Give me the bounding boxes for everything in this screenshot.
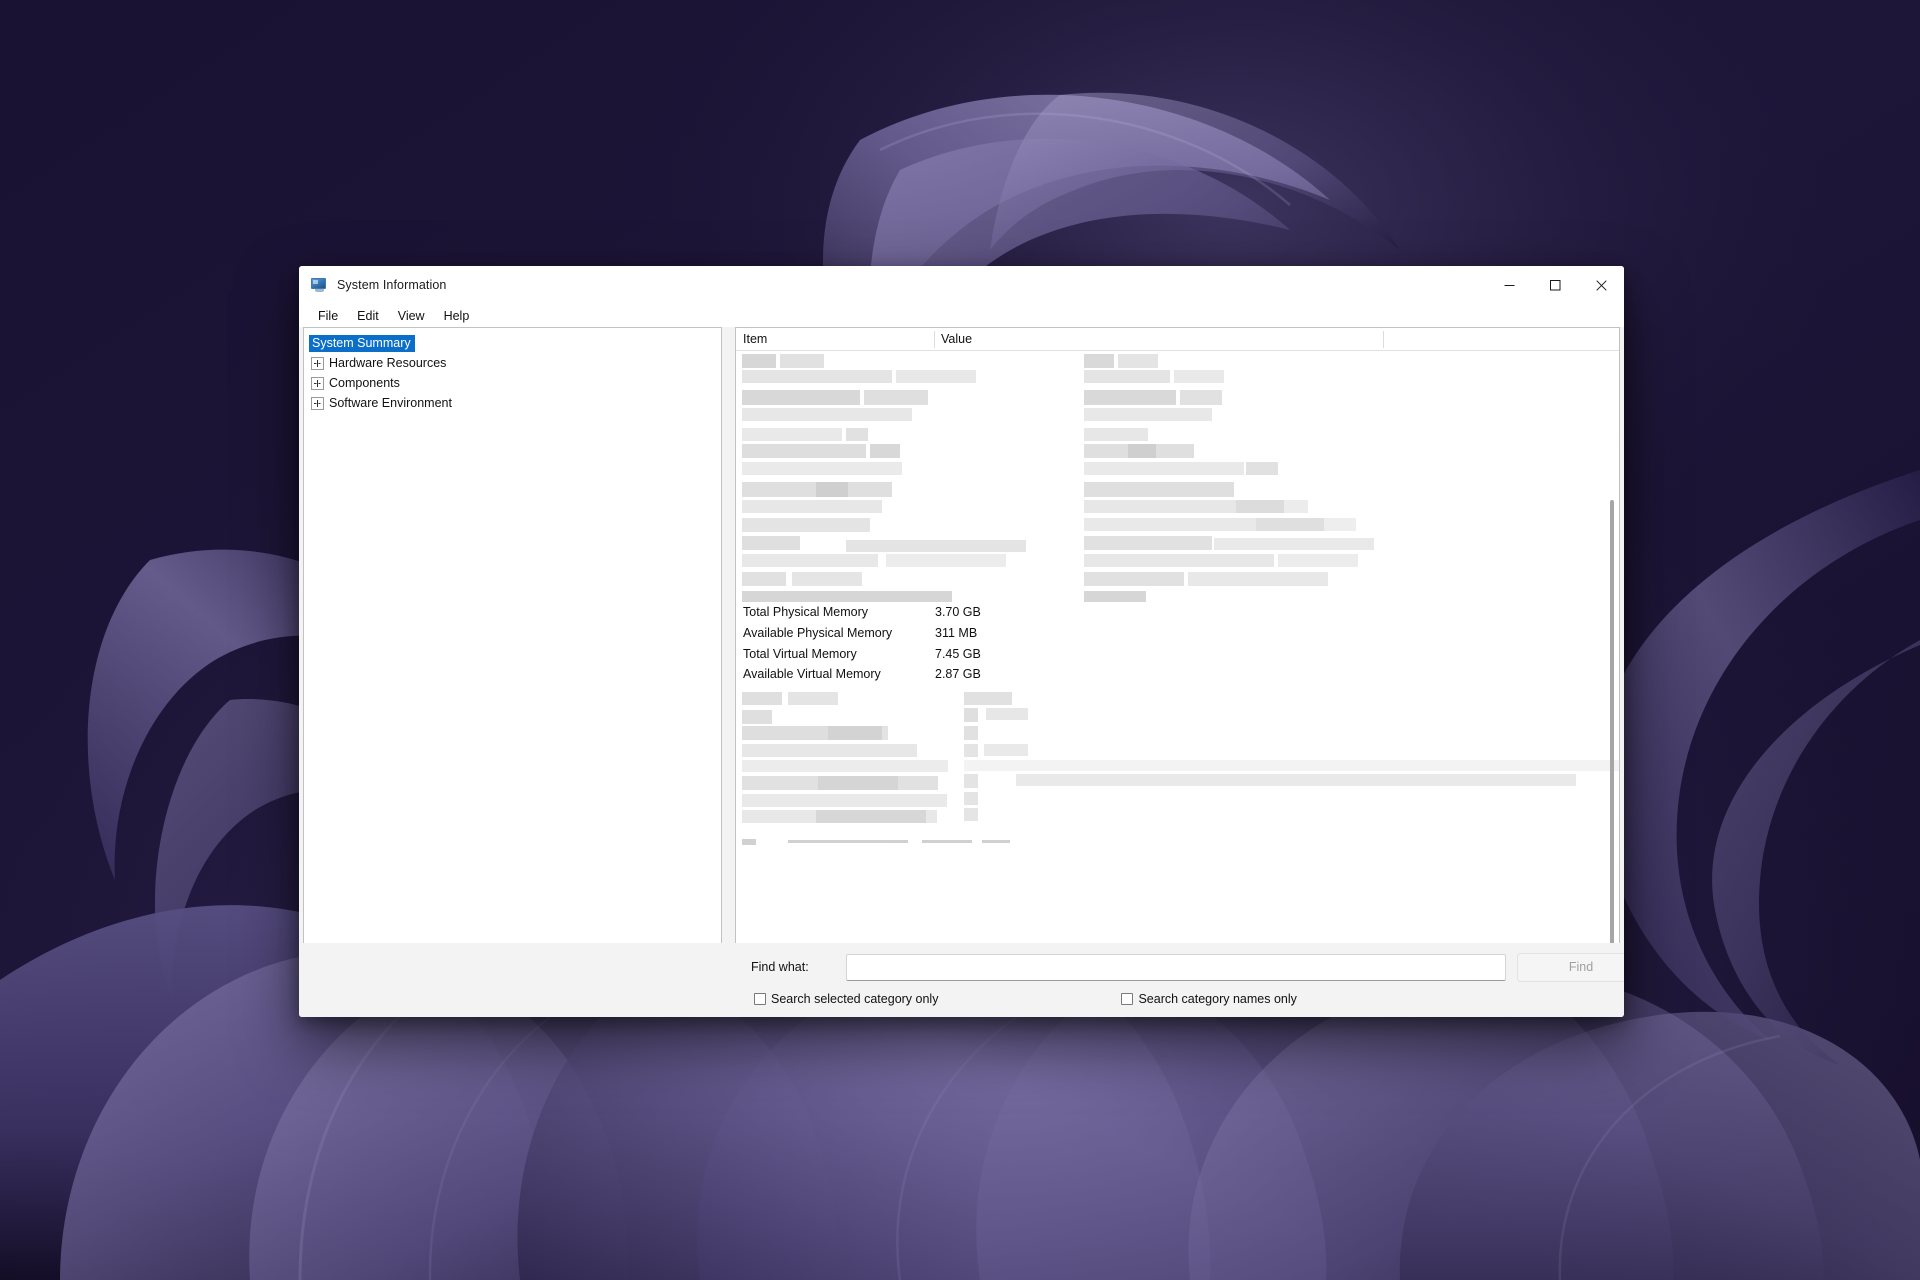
detail-vertical-scrollbar[interactable]	[1609, 500, 1615, 943]
search-category-names-checkbox[interactable]: Search category names only	[1121, 992, 1297, 1006]
checkbox-box[interactable]	[754, 993, 766, 1005]
checkbox-box[interactable]	[1121, 993, 1134, 1005]
redacted-row-partial	[742, 591, 1146, 602]
find-what-label: Find what:	[751, 960, 809, 974]
row-item: Available Virtual Memory	[743, 667, 881, 682]
window-title: System Information	[337, 278, 447, 292]
menu-file[interactable]: File	[309, 307, 347, 325]
table-row[interactable]: Total Virtual Memory 7.45 GB	[736, 647, 1451, 668]
find-input[interactable]	[846, 953, 1506, 981]
row-value: 3.70 GB	[935, 605, 981, 619]
title-bar: System Information	[299, 266, 1624, 304]
column-header-value[interactable]: Value	[934, 328, 1383, 350]
column-header-item[interactable]: Item	[736, 328, 934, 350]
table-row[interactable]: Available Physical Memory 311 MB	[736, 626, 1451, 647]
tree-item-software-environment[interactable]: Software Environment	[304, 393, 721, 413]
computer-monitor-icon	[311, 277, 328, 293]
find-button[interactable]: Find	[1517, 952, 1624, 982]
checkbox-label: Search category names only	[1138, 992, 1297, 1006]
table-row[interactable]: Total Physical Memory 3.70 GB	[736, 605, 1451, 626]
row-item: Available Physical Memory	[743, 625, 893, 640]
scrollbar-thumb[interactable]	[1610, 500, 1614, 943]
category-tree-pane: System Summary Hardware Resources Compon…	[303, 327, 722, 943]
menu-edit[interactable]: Edit	[348, 307, 388, 325]
row-value: 7.45 GB	[935, 646, 981, 661]
redacted-content-lower	[742, 692, 1619, 823]
detail-rows: Total Physical Memory 3.70 GB Available …	[736, 605, 1451, 688]
search-selected-category-checkbox[interactable]: Search selected category only	[754, 992, 938, 1006]
desktop: System Information File Edit View Help S…	[0, 0, 1920, 1280]
category-tree: System Summary Hardware Resources Compon…	[304, 328, 721, 413]
tree-item-components[interactable]: Components	[304, 373, 721, 393]
menu-bar: File Edit View Help	[299, 304, 1624, 327]
content-panes: System Summary Hardware Resources Compon…	[299, 327, 1624, 943]
detail-column-header: Item Value	[736, 328, 1619, 351]
tree-item-system-summary[interactable]: System Summary	[304, 333, 721, 353]
menu-help[interactable]: Help	[435, 307, 479, 325]
tree-item-label: Software Environment	[329, 396, 452, 410]
minimize-button[interactable]	[1486, 266, 1532, 304]
system-information-window: System Information File Edit View Help S…	[299, 266, 1624, 1017]
row-value: 2.87 GB	[935, 667, 981, 682]
redacted-content-upper	[742, 354, 1374, 586]
close-button[interactable]	[1578, 266, 1624, 304]
checkbox-label: Search selected category only	[771, 992, 939, 1006]
menu-view[interactable]: View	[389, 307, 434, 325]
pane-splitter[interactable]	[722, 327, 735, 943]
tree-item-label: Components	[329, 376, 400, 390]
row-item: Total Virtual Memory	[743, 646, 857, 661]
tree-item-label: Hardware Resources	[329, 356, 447, 370]
tree-item-label: System Summary	[309, 334, 415, 352]
row-item: Total Physical Memory	[743, 605, 869, 619]
table-row[interactable]: Available Virtual Memory 2.87 GB	[736, 667, 1451, 688]
detail-list-pane: Item Value Total Physical Memory 3.70 GB…	[735, 327, 1620, 943]
row-value: 311 MB	[935, 625, 978, 640]
maximize-button[interactable]	[1532, 266, 1578, 304]
redacted-row-last	[742, 839, 1010, 845]
tree-item-hardware-resources[interactable]: Hardware Resources	[304, 353, 721, 373]
find-bar: Find what: Find Close Find Search select…	[299, 943, 1624, 1017]
